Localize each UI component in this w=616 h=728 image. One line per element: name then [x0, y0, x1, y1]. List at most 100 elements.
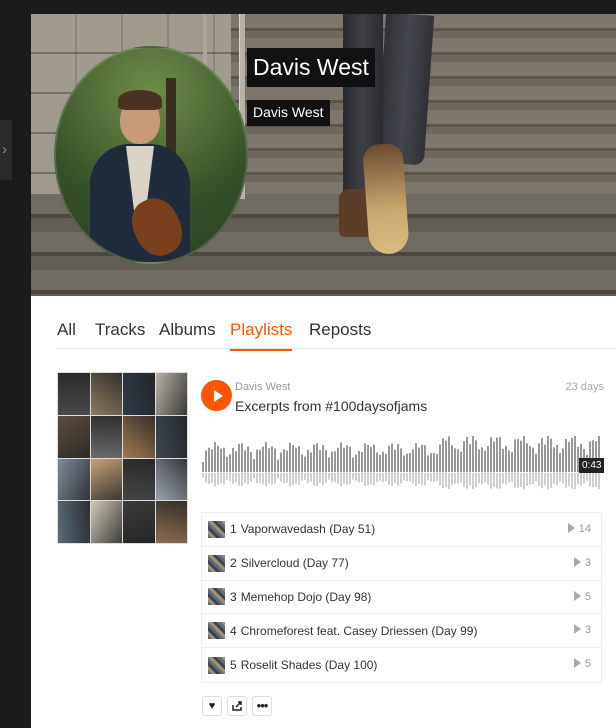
- waveform-bar: [289, 442, 291, 472]
- artwork-tile: [155, 458, 187, 501]
- waveform-reflection: [589, 473, 591, 487]
- waveform-bar: [388, 445, 390, 472]
- track-row[interactable]: 4 Chromeforest feat. Casey Driessen (Day…: [202, 614, 601, 649]
- track-title[interactable]: Roselit Shades (Day 100): [241, 658, 378, 672]
- more-button[interactable]: •••: [252, 696, 272, 716]
- waveform-reflection: [208, 473, 210, 484]
- track-title[interactable]: Vaporwavedash (Day 51): [241, 522, 376, 536]
- play-count-icon: [573, 658, 581, 669]
- tab-tracks[interactable]: Tracks: [95, 318, 145, 342]
- waveform-bar: [496, 437, 498, 472]
- waveform-bar: [340, 442, 342, 472]
- waveform-bar: [565, 438, 567, 472]
- waveform-bar: [439, 444, 441, 472]
- waveform-reflection: [451, 473, 453, 485]
- tab-playlists[interactable]: Playlists: [230, 318, 293, 351]
- waveform-reflection: [241, 473, 243, 486]
- artwork-tile: [155, 373, 187, 415]
- waveform-bar: [469, 444, 471, 472]
- track-row[interactable]: 1 Vaporwavedash (Day 51) 14: [202, 513, 601, 547]
- waveform-reflection: [526, 473, 528, 486]
- waveform-bar: [232, 448, 234, 472]
- track-row[interactable]: 3 Memehop Dojo (Day 98) 5: [202, 581, 601, 615]
- track-number: 2: [230, 556, 237, 571]
- waveform-reflection: [436, 473, 438, 482]
- track-title[interactable]: Memehop Dojo (Day 98): [241, 590, 372, 604]
- waveform-bar: [274, 448, 276, 472]
- waveform-reflection: [355, 473, 357, 481]
- waveform-bar: [526, 443, 528, 472]
- waveform-bar: [511, 452, 513, 472]
- waveform-reflection: [562, 473, 564, 484]
- waveform-bar: [223, 447, 225, 472]
- waveform-reflection: [430, 473, 432, 482]
- waveform-reflection: [442, 473, 444, 489]
- waveform-bar: [316, 443, 318, 472]
- waveform-bar: [514, 439, 516, 472]
- waveform-reflection: [502, 473, 504, 484]
- waveform-bar: [283, 449, 285, 472]
- waveform-bar: [208, 447, 210, 472]
- chevron-right-icon[interactable]: ›: [2, 142, 7, 157]
- waveform-reflection: [202, 473, 204, 478]
- waveform-bar: [574, 436, 576, 472]
- waveform-bar: [457, 449, 459, 472]
- like-button[interactable]: ♥: [202, 696, 222, 716]
- track-title[interactable]: Silvercloud (Day 77): [241, 556, 349, 570]
- waveform-bar: [259, 449, 261, 472]
- waveform-reflection: [547, 473, 549, 490]
- waveform[interactable]: [202, 432, 602, 496]
- waveform-reflection: [496, 473, 498, 489]
- waveform-reflection: [280, 473, 282, 482]
- waveform-bar: [247, 446, 249, 472]
- waveform-reflection: [286, 473, 288, 483]
- waveform-reflection: [283, 473, 285, 484]
- waveform-reflection: [235, 473, 237, 483]
- waveform-reflection: [460, 473, 462, 483]
- waveform-reflection: [505, 473, 507, 485]
- share-button[interactable]: [227, 696, 247, 716]
- waveform-reflection: [517, 473, 519, 488]
- track-thumbnail: [208, 554, 225, 572]
- waveform-reflection: [454, 473, 456, 484]
- waveform-bar: [517, 439, 519, 472]
- waveform-reflection: [301, 473, 303, 481]
- waveform-reflection: [295, 473, 297, 484]
- waveform-reflection: [361, 473, 363, 482]
- waveform-bar: [568, 442, 570, 472]
- playlist-artwork[interactable]: [57, 372, 188, 544]
- playlist-title[interactable]: Excerpts from #100daysofjams: [235, 398, 427, 414]
- track-row[interactable]: 5 Roselit Shades (Day 100) 5: [202, 648, 601, 682]
- waveform-bar: [478, 449, 480, 472]
- artwork-tile: [123, 373, 155, 415]
- waveform-bar: [508, 450, 510, 472]
- waveform-reflection: [319, 473, 321, 483]
- track-row[interactable]: 2 Silvercloud (Day 77) 3: [202, 547, 601, 581]
- waveform-bar: [271, 446, 273, 472]
- tab-albums[interactable]: Albums: [159, 318, 216, 342]
- track-title[interactable]: Chromeforest feat. Casey Driessen (Day 9…: [241, 624, 478, 638]
- waveform-reflection: [481, 473, 483, 485]
- waveform-reflection: [550, 473, 552, 488]
- waveform-bar: [481, 447, 483, 472]
- waveform-bar: [379, 454, 381, 472]
- play-icon: [213, 389, 223, 402]
- avatar[interactable]: [54, 46, 248, 264]
- waveform-reflection: [490, 473, 492, 489]
- waveform-reflection: [487, 473, 489, 485]
- track-play-count: 5: [573, 590, 591, 603]
- tab-reposts[interactable]: Reposts: [309, 318, 371, 342]
- waveform-bar: [286, 450, 288, 472]
- waveform-reflection: [382, 473, 384, 483]
- play-button[interactable]: [201, 380, 232, 411]
- track-play-count: 14: [567, 523, 591, 535]
- waveform-reflection: [493, 473, 495, 487]
- waveform-bar: [400, 448, 402, 472]
- waveform-reflection: [370, 473, 372, 485]
- tab-all[interactable]: All: [57, 318, 76, 342]
- waveform-bar: [265, 442, 267, 472]
- waveform-reflection: [511, 473, 513, 482]
- playlist-user[interactable]: Davis West: [235, 381, 290, 393]
- waveform-reflection: [232, 473, 234, 484]
- waveform-bar: [547, 436, 549, 472]
